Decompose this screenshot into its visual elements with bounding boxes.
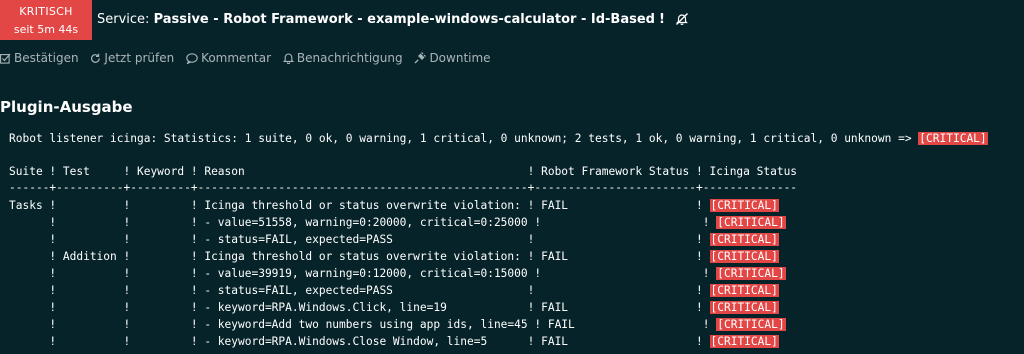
acknowledge-label: Bestätigen: [14, 51, 79, 65]
check-now-label: Jetzt prüfen: [104, 51, 175, 65]
page-title: Service: Passive - Robot Framework - exa…: [97, 11, 689, 32]
row-state-badge: [CRITICAL]: [709, 250, 779, 263]
row-state-badge: [CRITICAL]: [709, 199, 779, 212]
notification-button[interactable]: Benachrichtigung: [282, 51, 403, 65]
comment-button[interactable]: Kommentar: [186, 51, 271, 65]
row-state-badge: [CRITICAL]: [709, 335, 779, 348]
table-row: Tasks ! ! ! Icinga threshold or status o…: [9, 198, 779, 215]
downtime-label: Downtime: [429, 51, 491, 65]
summary-text: Robot listener icinga: Statistics: 1 sui…: [9, 132, 919, 145]
table-row: ! Addition ! ! Icinga threshold or statu…: [9, 249, 779, 266]
row-text: ! ! ! - value=51558, warning=0:20000, cr…: [9, 216, 717, 229]
comment-icon: [186, 53, 198, 65]
state-badge: KRITISCH seit 5m 44s: [0, 0, 92, 40]
acknowledge-button[interactable]: Bestätigen: [0, 51, 79, 65]
service-name[interactable]: Passive - Robot Framework - example-wind…: [154, 12, 655, 27]
row-state-badge: [CRITICAL]: [709, 301, 779, 314]
table-row: ! ! ! - status=FAIL, expected=PASS ! ! […: [9, 283, 779, 300]
table-header: Suite ! Test ! Keyword ! Reason ! Robot …: [9, 165, 798, 178]
plugin-output-title: Plugin-Ausgabe: [0, 98, 133, 116]
row-text: ! ! ! - status=FAIL, expected=PASS ! !: [9, 233, 710, 246]
row-state-badge: [CRITICAL]: [716, 216, 786, 229]
table-row: ! ! ! - value=51558, warning=0:20000, cr…: [9, 215, 786, 232]
flapping-flag: !: [658, 12, 665, 27]
row-text: ! ! ! - keyword=RPA.Windows.Close Window…: [9, 335, 710, 348]
row-state-badge: [CRITICAL]: [709, 284, 779, 297]
row-state-badge: [CRITICAL]: [709, 233, 779, 246]
downtime-button[interactable]: Downtime: [414, 51, 491, 65]
check-square-icon: [0, 53, 11, 64]
row-text: ! ! ! - status=FAIL, expected=PASS ! !: [9, 284, 710, 297]
plugin-output-summary: Robot listener icinga: Statistics: 1 sui…: [9, 131, 988, 148]
state-label: KRITISCH: [19, 5, 73, 18]
comment-label: Kommentar: [201, 51, 272, 65]
row-text: ! ! ! - value=39919, warning=0:12000, cr…: [9, 267, 717, 280]
table-divider: ------+----------+---------+------------…: [9, 181, 798, 194]
plug-icon: [414, 52, 427, 64]
refresh-icon: [91, 53, 101, 63]
row-state-badge: [CRITICAL]: [716, 267, 786, 280]
state-since: seit 5m 44s: [13, 23, 79, 36]
service-prefix: Service:: [97, 12, 150, 27]
row-text: ! Addition ! ! Icinga threshold or statu…: [9, 250, 710, 263]
table-row: ! ! ! - keyword=RPA.Windows.Close Window…: [9, 334, 779, 351]
table-row: ! ! ! - value=39919, warning=0:12000, cr…: [9, 266, 786, 283]
check-now-button[interactable]: Jetzt prüfen: [90, 51, 174, 65]
notifications-disabled-icon: [675, 12, 689, 32]
service-header: KRITISCH seit 5m 44s Service: Passive - …: [0, 0, 1024, 40]
row-state-badge: [CRITICAL]: [716, 318, 786, 331]
table-row: ! ! ! - status=FAIL, expected=PASS ! ! […: [9, 232, 779, 249]
summary-state-badge: [CRITICAL]: [918, 132, 988, 145]
row-text: ! ! ! - keyword=RPA.Windows.Click, line=…: [9, 301, 710, 314]
row-text: ! ! ! - keyword=Add two numbers using ap…: [9, 318, 717, 331]
bell-icon: [282, 53, 295, 65]
table-row: ! ! ! - keyword=RPA.Windows.Click, line=…: [9, 300, 779, 317]
notification-label: Benachrichtigung: [296, 51, 403, 65]
table-row: ! ! ! - keyword=Add two numbers using ap…: [9, 317, 786, 334]
row-text: Tasks ! ! ! Icinga threshold or status o…: [9, 199, 710, 212]
action-bar: Bestätigen Jetzt prüfen Kommentar Benach…: [0, 51, 499, 67]
